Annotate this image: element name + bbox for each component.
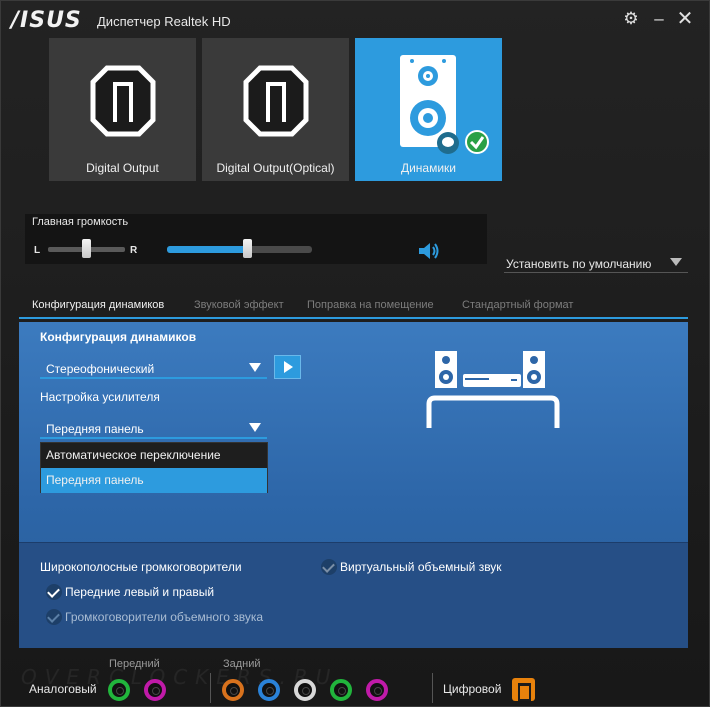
tab-speaker-config[interactable]: Конфигурация динамиков [32,299,164,311]
digital-jack-icon[interactable] [512,678,535,701]
surround-speakers-label: Громкоговорители объемного звука [65,610,264,624]
speaker-layout-diagram [426,351,560,428]
wideband-label: Широкополосные громкоговорители [40,560,242,574]
audio-jack[interactable] [294,679,316,701]
front-lr-label: Передние левый и правый [65,585,215,599]
digital-output-icon [90,65,156,137]
gear-icon[interactable]: ⚙ [621,9,641,29]
amp-setting-dropdown-list: Автоматическое переключение Передняя пан… [40,442,268,493]
audio-jack[interactable] [258,679,280,701]
dropdown-option-front-panel[interactable]: Передняя панель [41,468,267,493]
asus-logo: /ISUS [11,8,82,33]
device-label: Динамики [400,161,457,175]
audio-jack[interactable] [222,679,244,701]
title-bar: /ISUS Диспетчер Realtek HD ⚙ – ✕ [1,1,709,37]
audio-jack[interactable] [366,679,388,701]
audio-jack[interactable] [108,679,130,701]
section-title: Конфигурация динамиков [40,330,197,344]
balance-right-label: R [130,245,138,256]
play-test-button[interactable] [274,355,301,379]
device-digital-output[interactable]: Digital Output [49,38,196,181]
virtual-surround-label: Виртуальный объемный звук [340,560,502,574]
app-window: /ISUS Диспетчер Realtek HD ⚙ – ✕ Digital… [0,0,710,707]
volume-slider-fill [167,246,247,253]
front-jacks-label: Передний [109,658,160,670]
rear-jacks-label: Задний [223,658,261,670]
volume-slider-thumb[interactable] [242,239,252,258]
speaker-config-dropdown[interactable]: Стереофонический [40,358,267,379]
tab-sound-effect[interactable]: Звуковой эффект [194,299,284,311]
audio-jack[interactable] [144,679,166,701]
device-speakers[interactable]: Динамики [355,38,502,181]
speaker-volume-icon[interactable] [417,241,441,261]
minimize-icon[interactable]: – [649,9,669,29]
set-default-dropdown[interactable]: Установить по умолчанию [504,253,688,273]
app-title: Диспетчер Realtek HD [97,14,231,29]
chevron-down-icon [249,363,261,372]
set-default-label: Установить по умолчанию [506,257,652,271]
virtual-surround-checkbox[interactable] [321,559,337,575]
jack-separator [432,673,433,703]
front-lr-checkbox[interactable] [46,584,62,600]
dropdown-option-auto-switch[interactable]: Автоматическое переключение [41,443,267,468]
balance-left-label: L [34,245,41,256]
play-icon [284,361,293,373]
device-digital-optical[interactable]: Digital Output(Optical) [202,38,349,181]
amp-setting-value: Передняя панель [46,422,144,436]
surround-speakers-checkbox[interactable] [46,609,62,625]
device-label: Digital Output [86,161,159,175]
speakers-icon [400,55,489,154]
balance-slider-thumb[interactable] [81,239,91,258]
digital-optical-icon [243,65,309,137]
tab-default-format[interactable]: Стандартный формат [462,299,573,311]
close-icon[interactable]: ✕ [675,9,695,29]
amp-setting-label: Настройка усилителя [40,390,160,404]
device-label: Digital Output(Optical) [216,161,335,175]
speaker-config-value: Стереофонический [46,362,155,376]
tab-room-correction[interactable]: Поправка на помещение [307,299,434,311]
audio-jack[interactable] [330,679,352,701]
amp-setting-dropdown[interactable]: Передняя панель [40,418,267,439]
chevron-down-icon [670,258,682,266]
digital-label: Цифровой [443,682,502,696]
analog-label: Аналоговый [29,682,97,696]
chevron-down-icon [249,423,261,432]
jack-separator [210,673,211,703]
volume-title: Главная громкость [32,216,129,228]
tab-divider [19,317,688,319]
